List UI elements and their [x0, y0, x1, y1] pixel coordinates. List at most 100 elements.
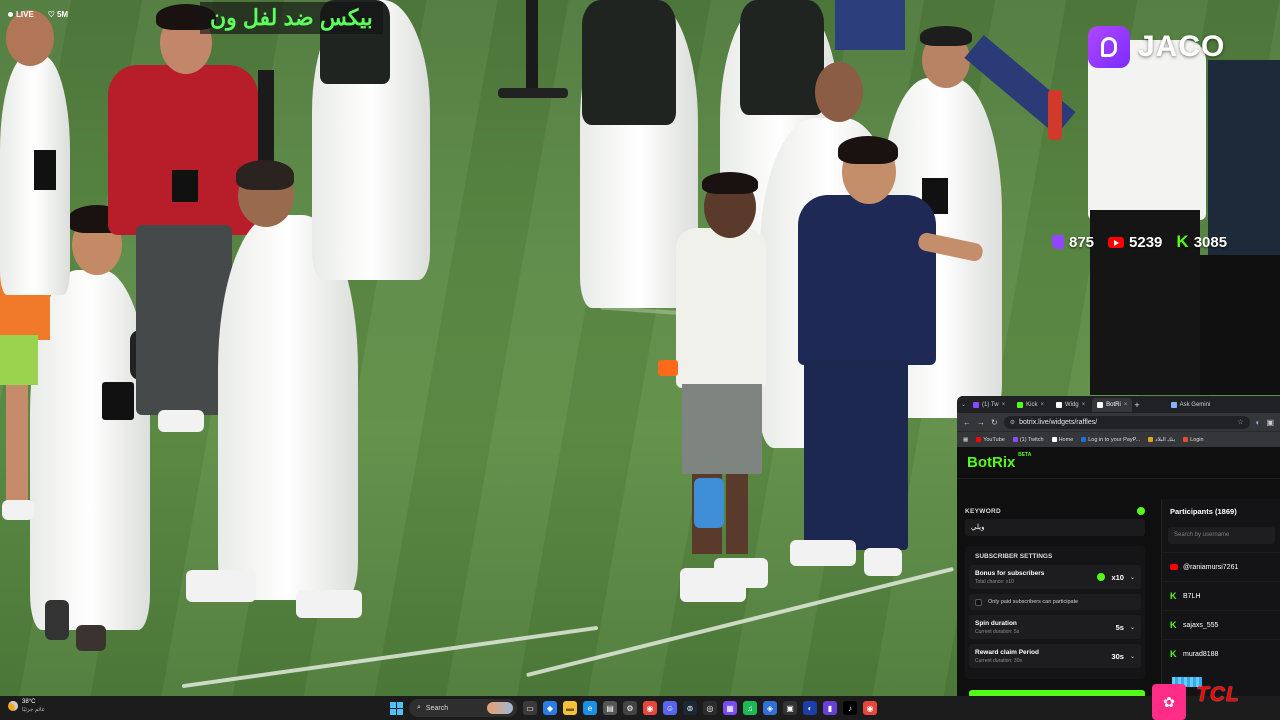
kick-icon: K	[1176, 232, 1189, 251]
apps-grid-icon[interactable]: ▦	[963, 437, 968, 443]
app-icon[interactable]: ◈	[763, 701, 777, 715]
discord-icon[interactable]: ☺	[663, 701, 677, 715]
bookmark-item[interactable]: YouTube	[976, 437, 1005, 443]
platform-stats: 875 5239 K 3085	[1052, 232, 1227, 252]
address-bar[interactable]: ⚙ botrix.live/widgets/raffles/ ☆	[1003, 415, 1250, 429]
tab-close-icon[interactable]: ×	[1124, 402, 1128, 408]
tab-close-icon[interactable]: ×	[1040, 402, 1044, 408]
partly-cloudy-icon	[8, 701, 18, 711]
keyword-input[interactable]: ويلي	[965, 519, 1145, 536]
bonus-select[interactable]: x10 ⌄	[1097, 573, 1135, 582]
browser-window[interactable]: ⌄ (1) Tw × Kick × Widg × BotRi × + Ask G…	[957, 396, 1280, 696]
tab-list-chevron-icon[interactable]: ⌄	[961, 401, 966, 408]
chrome-icon[interactable]: ◉	[643, 701, 657, 715]
bookmark-star-icon[interactable]: ☆	[1237, 418, 1243, 426]
store-icon[interactable]: ▤	[603, 701, 617, 715]
back-arrow-icon[interactable]: ←	[963, 418, 971, 427]
paid-only-checkbox-row[interactable]: Only paid subscribers can participate	[969, 594, 1141, 610]
bookmark-item[interactable]: Log in to your PayP...	[1081, 437, 1140, 443]
botrix-logo[interactable]: BotRix BETA	[967, 452, 1031, 471]
post	[258, 70, 274, 165]
tab-close-icon[interactable]: ×	[1082, 402, 1086, 408]
widgets-icon[interactable]: ◆	[543, 701, 557, 715]
steam-icon[interactable]: ⊚	[683, 701, 697, 715]
youtube-icon	[976, 437, 982, 442]
tiktok-icon[interactable]: ♪	[843, 701, 857, 715]
participant-item[interactable]: K B7LH	[1162, 581, 1280, 610]
bookmark-item[interactable]: Login	[1183, 437, 1204, 443]
participant-item[interactable]: @raniamursi7261	[1162, 552, 1280, 581]
new-tab-icon[interactable]: +	[1134, 400, 1139, 410]
info-icon[interactable]	[1097, 573, 1106, 581]
tv-brand-logo: TCL	[1196, 683, 1240, 706]
bookmark-item[interactable]: (1) Twitch	[1012, 437, 1044, 443]
chevron-down-icon: ⌄	[1129, 653, 1135, 660]
bank-icon	[1148, 437, 1154, 442]
raffle-settings-panel: KEYWORD ويلي SUBSCRIBER SETTINGS Bonus f…	[957, 499, 1153, 696]
subscriber-settings-label: SUBSCRIBER SETTINGS	[975, 553, 1053, 560]
beta-badge: BETA	[1018, 452, 1032, 458]
taskbar-search[interactable]: ⌕ Search	[409, 699, 517, 717]
live-label: LIVE	[8, 10, 34, 19]
browser-tab[interactable]: (1) Tw ×	[968, 398, 1010, 412]
participant-item[interactable]: K sajaxs_555	[1162, 610, 1280, 639]
stream-title-banner: بيكس ضد لفل ون	[200, 2, 383, 34]
youtube-stat: 5239	[1108, 232, 1162, 252]
brand-logo-icon	[1088, 26, 1130, 68]
browser-tab-strip: ⌄ (1) Tw × Kick × Widg × BotRi × + Ask G…	[957, 396, 1280, 413]
app-icon[interactable]: ▮	[823, 701, 837, 715]
kick-count: 3085	[1193, 233, 1228, 251]
app-icon[interactable]: ◐	[803, 701, 817, 715]
viewer-count: ♡ 5M	[47, 10, 69, 19]
participant-item[interactable]: K murad8188	[1162, 639, 1280, 668]
settings-gear-icon[interactable]: ⚙	[623, 701, 637, 715]
claim-period-select[interactable]: 30s ⌄	[1111, 652, 1135, 661]
twitch-favicon-icon	[973, 401, 980, 408]
botrix-header: BotRix BETA	[957, 447, 1280, 479]
file-explorer-icon[interactable]: ▬	[563, 701, 577, 715]
spin-duration-setting: Spin duration Current duration: 5s 5s ⌄	[969, 615, 1141, 639]
browser-tab[interactable]: Widg ×	[1051, 398, 1090, 412]
app-grid-icon[interactable]: ▦	[723, 701, 737, 715]
tab-close-icon[interactable]: ×	[1002, 402, 1006, 408]
address-bar-url: botrix.live/widgets/raffles/	[1019, 418, 1098, 426]
site-settings-icon[interactable]: ⚙	[1010, 419, 1015, 426]
taskbar-apps: ⌕ Search ▭ ◆ ▬ e ▤ ⚙ ◉ ☺ ⊚ ◎ ▦ ♫ ◈ ▣ ◐ ▮…	[390, 699, 877, 717]
bookmark-item[interactable]: Home	[1051, 437, 1073, 443]
kick-icon: K	[1170, 620, 1177, 630]
windows-start-icon[interactable]	[390, 701, 403, 715]
weather-widget[interactable]: 38°C غائم جزئيًا	[8, 698, 45, 714]
task-view-icon[interactable]: ▭	[523, 701, 537, 715]
paid-only-checkbox[interactable]	[975, 598, 982, 606]
reload-icon[interactable]: ↻	[991, 418, 998, 427]
browser-menu-icon[interactable]: ▣	[1266, 418, 1274, 427]
spotify-icon[interactable]: ♫	[743, 701, 757, 715]
bonus-setting: Bonus for subscribers Total chance: x10 …	[969, 565, 1141, 589]
ask-gemini-button[interactable]: Ask Gemini	[1166, 398, 1216, 412]
browser-tab[interactable]: Kick ×	[1012, 398, 1049, 412]
paypal-icon	[1081, 437, 1087, 442]
search-icon: ⌕	[417, 704, 421, 711]
app-icon[interactable]: ▣	[783, 701, 797, 715]
edge-icon[interactable]: e	[583, 701, 597, 715]
kick-favicon-icon	[1017, 401, 1024, 408]
twitch-icon	[1012, 437, 1018, 442]
bookmarks-bar: ▦ YouTube (1) Twitch Home Log in to your…	[957, 431, 1280, 447]
x-icon	[1051, 437, 1057, 442]
kick-icon: K	[1170, 649, 1177, 659]
participants-panel: Participants (1869) Search by username @…	[1161, 499, 1280, 696]
forward-arrow-icon[interactable]: →	[977, 418, 985, 427]
post	[526, 0, 538, 95]
botrix-favicon-icon	[1097, 401, 1104, 408]
live-dot-icon	[8, 12, 13, 18]
spin-duration-select[interactable]: 5s ⌄	[1116, 623, 1135, 632]
windows-taskbar: 38°C غائم جزئيًا ⌕ Search ▭ ◆ ▬ e ▤ ⚙ ◉ …	[0, 696, 1280, 720]
bookmark-item[interactable]: بنك البلاد	[1148, 437, 1175, 443]
browser-tab-active[interactable]: BotRi ×	[1092, 397, 1133, 412]
youtube-count: 5239	[1129, 233, 1163, 251]
info-icon[interactable]	[1137, 507, 1145, 515]
chrome-icon[interactable]: ◉	[863, 701, 877, 715]
obs-icon[interactable]: ◎	[703, 701, 717, 715]
extension-icon[interactable]: ◐	[1256, 418, 1261, 427]
participant-search-input[interactable]: Search by username	[1168, 527, 1275, 544]
